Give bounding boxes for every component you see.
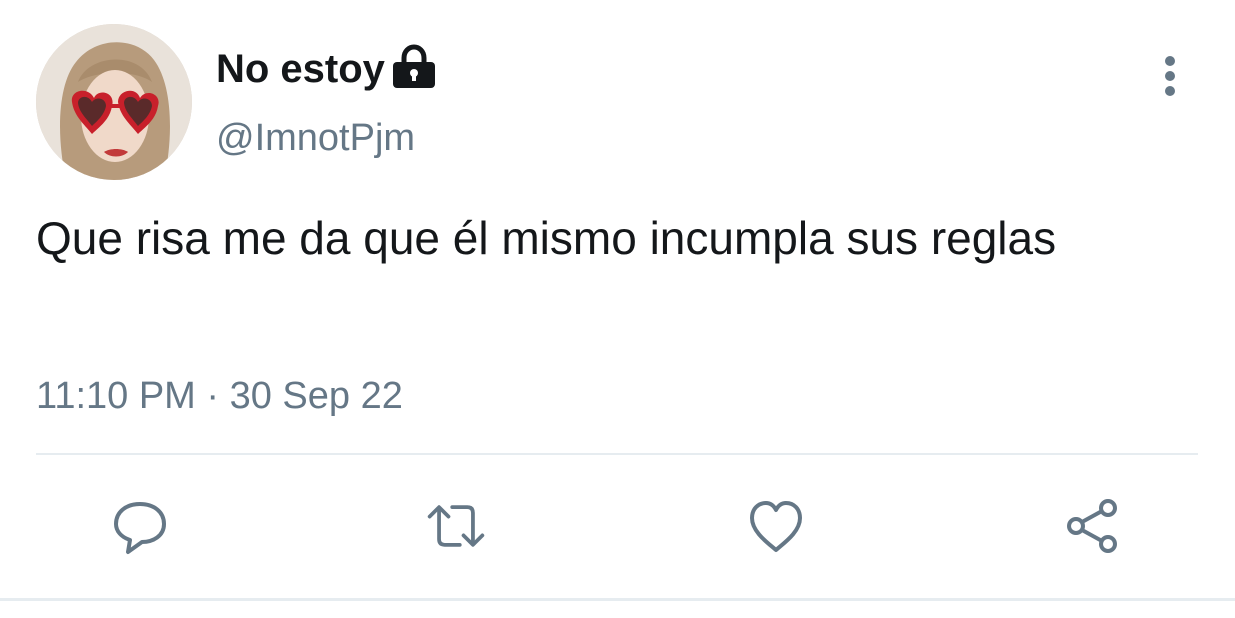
avatar[interactable] bbox=[36, 24, 192, 180]
share-button[interactable] bbox=[1060, 494, 1124, 558]
lock-icon bbox=[390, 42, 438, 90]
user-handle[interactable]: @ImnotPjm bbox=[216, 114, 415, 162]
tweet-card: No estoy @ImnotPjm Que risa me da que él… bbox=[0, 0, 1235, 618]
reply-icon bbox=[114, 502, 166, 554]
tweet-timestamp[interactable]: 11:10 PM · 30 Sep 22 bbox=[36, 372, 403, 420]
share-icon bbox=[1067, 499, 1117, 553]
like-button[interactable] bbox=[744, 494, 808, 558]
heart-icon bbox=[750, 501, 802, 552]
retweet-button[interactable] bbox=[424, 494, 488, 558]
avatar-image bbox=[36, 24, 192, 180]
tweet-text: Que risa me da que él mismo incumpla sus… bbox=[36, 212, 1057, 264]
more-vertical-icon[interactable] bbox=[1152, 52, 1188, 100]
divider bbox=[36, 453, 1198, 455]
display-name[interactable]: No estoy bbox=[216, 44, 385, 94]
bottom-divider bbox=[0, 598, 1235, 601]
retweet-icon bbox=[427, 505, 485, 547]
reply-button[interactable] bbox=[108, 494, 172, 558]
